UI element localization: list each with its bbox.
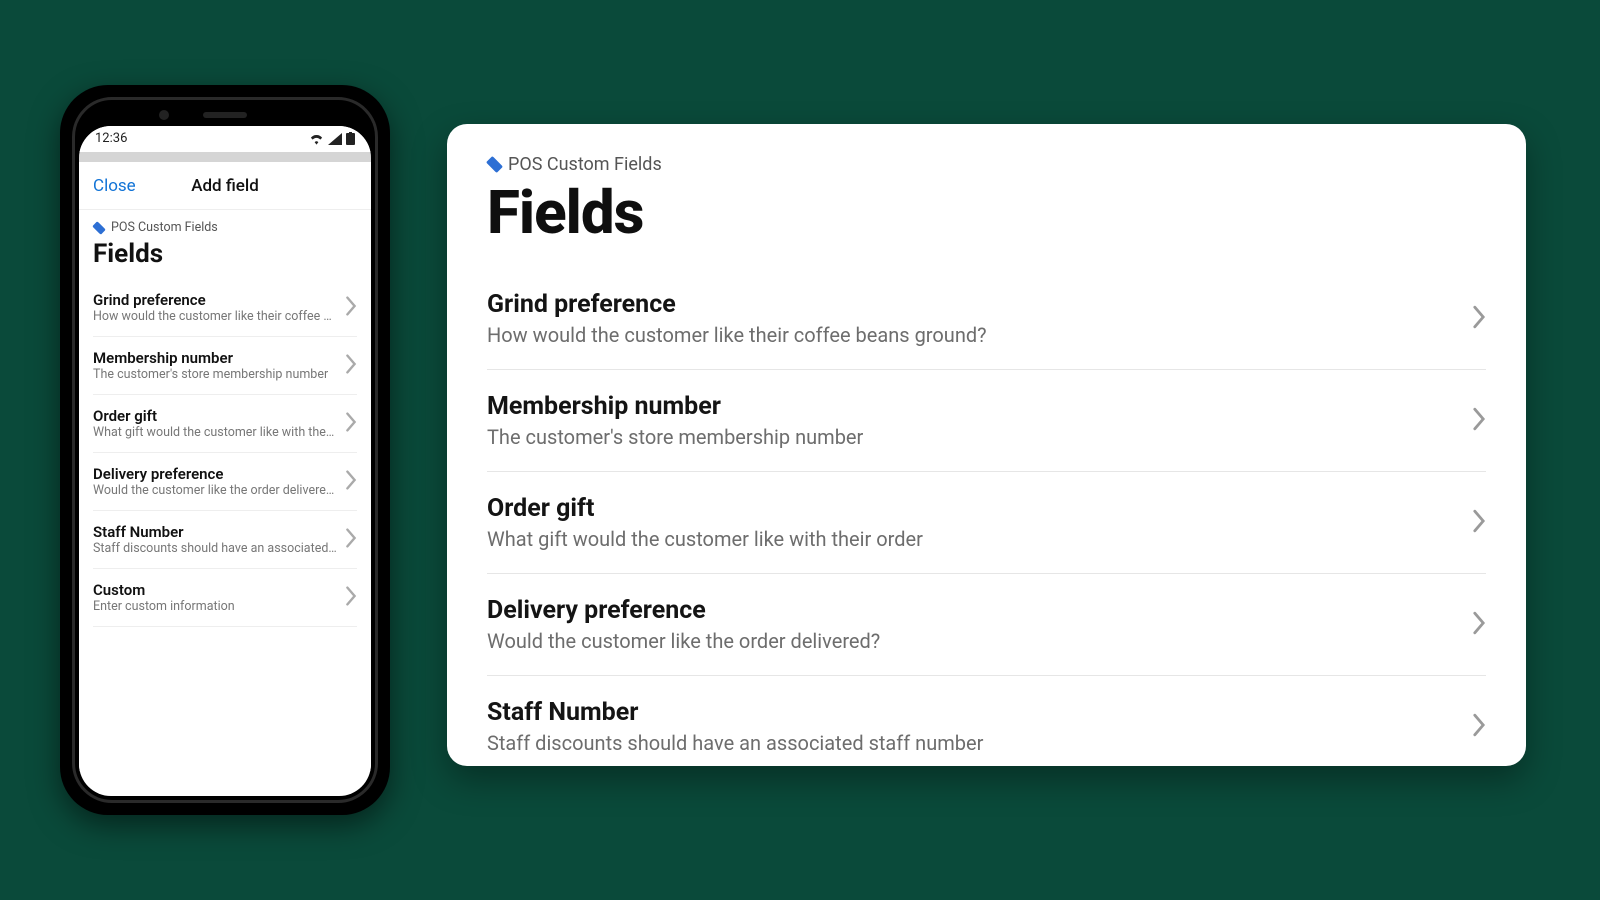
field-row-custom[interactable]: Custom Enter custom information <box>93 569 357 627</box>
field-row-delivery-preference[interactable]: Delivery preference Would the customer l… <box>487 574 1486 676</box>
field-desc: What gift would the customer like with t… <box>93 425 337 440</box>
camera-dot-icon <box>159 110 169 120</box>
chevron-right-icon <box>1472 713 1486 741</box>
home-indicator <box>79 772 371 796</box>
chevron-right-icon <box>345 470 357 494</box>
field-desc: How would the customer like their coffee… <box>93 309 337 324</box>
field-desc: Staff discounts should have an associate… <box>487 731 983 755</box>
field-title: Grind preference <box>93 291 337 309</box>
breadcrumb-label: POS Custom Fields <box>508 154 662 175</box>
fields-card: POS Custom Fields Fields Grind preferenc… <box>447 124 1526 766</box>
field-row-delivery-preference[interactable]: Delivery preference Would the customer l… <box>93 453 357 511</box>
field-row-grind-preference[interactable]: Grind preference How would the customer … <box>93 279 357 337</box>
field-row-order-gift[interactable]: Order gift What gift would the customer … <box>487 472 1486 574</box>
field-title: Order gift <box>93 407 337 425</box>
field-title: Custom <box>93 581 235 599</box>
field-row-grind-preference[interactable]: Grind preference How would the customer … <box>487 268 1486 370</box>
field-row-staff-number[interactable]: Staff Number Staff discounts should have… <box>93 511 357 569</box>
field-title: Grind preference <box>487 290 987 319</box>
sheet-backdrop <box>79 152 371 162</box>
field-row-membership-number[interactable]: Membership number The customer's store m… <box>93 337 357 395</box>
app-badge-icon <box>92 221 106 235</box>
modal-title: Add field <box>191 176 259 196</box>
app-badge-icon <box>486 156 503 173</box>
field-title: Staff Number <box>93 523 337 541</box>
phone-bezel: 12:36 Close Add field POS Custom Fields … <box>72 97 378 803</box>
close-button[interactable]: Close <box>93 176 136 196</box>
phone-frame: 12:36 Close Add field POS Custom Fields … <box>60 85 390 815</box>
field-row-membership-number[interactable]: Membership number The customer's store m… <box>487 370 1486 472</box>
chevron-right-icon <box>345 354 357 378</box>
status-bar: 12:36 <box>79 126 371 152</box>
phone-notch <box>79 104 371 126</box>
chevron-right-icon <box>1472 509 1486 537</box>
field-desc: The customer's store membership number <box>487 425 863 449</box>
field-desc: Would the customer like the order delive… <box>487 629 880 653</box>
page-title: Fields <box>487 177 1486 248</box>
field-title: Staff Number <box>487 698 983 727</box>
field-title: Delivery preference <box>93 465 337 483</box>
phone-screen: 12:36 Close Add field POS Custom Fields … <box>79 126 371 796</box>
field-desc: What gift would the customer like with t… <box>487 527 923 551</box>
breadcrumb: POS Custom Fields <box>93 220 357 235</box>
field-row-staff-number[interactable]: Staff Number Staff discounts should have… <box>487 676 1486 766</box>
chevron-right-icon <box>1472 407 1486 435</box>
cell-signal-icon <box>328 133 342 145</box>
chevron-right-icon <box>1472 305 1486 333</box>
page-title: Fields <box>93 239 357 269</box>
field-desc: How would the customer like their coffee… <box>487 323 987 347</box>
field-desc: Staff discounts should have an associate… <box>93 541 337 556</box>
breadcrumb-label: POS Custom Fields <box>111 220 218 235</box>
speaker-icon <box>203 112 247 118</box>
breadcrumb: POS Custom Fields <box>487 154 1486 175</box>
modal-header: Close Add field <box>79 162 371 210</box>
modal-body: POS Custom Fields Fields Grind preferenc… <box>79 210 371 772</box>
field-title: Delivery preference <box>487 596 880 625</box>
chevron-right-icon <box>345 528 357 552</box>
chevron-right-icon <box>345 586 357 610</box>
wifi-icon <box>309 133 324 145</box>
chevron-right-icon <box>345 412 357 436</box>
field-desc: The customer's store membership number <box>93 367 328 382</box>
field-desc: Would the customer like the order delive… <box>93 483 337 498</box>
status-time: 12:36 <box>95 131 127 146</box>
status-icons <box>309 132 355 145</box>
field-desc: Enter custom information <box>93 599 235 614</box>
field-title: Order gift <box>487 494 923 523</box>
field-title: Membership number <box>487 392 863 421</box>
chevron-right-icon <box>345 296 357 320</box>
field-title: Membership number <box>93 349 328 367</box>
battery-icon <box>346 132 355 145</box>
chevron-right-icon <box>1472 611 1486 639</box>
field-row-order-gift[interactable]: Order gift What gift would the customer … <box>93 395 357 453</box>
